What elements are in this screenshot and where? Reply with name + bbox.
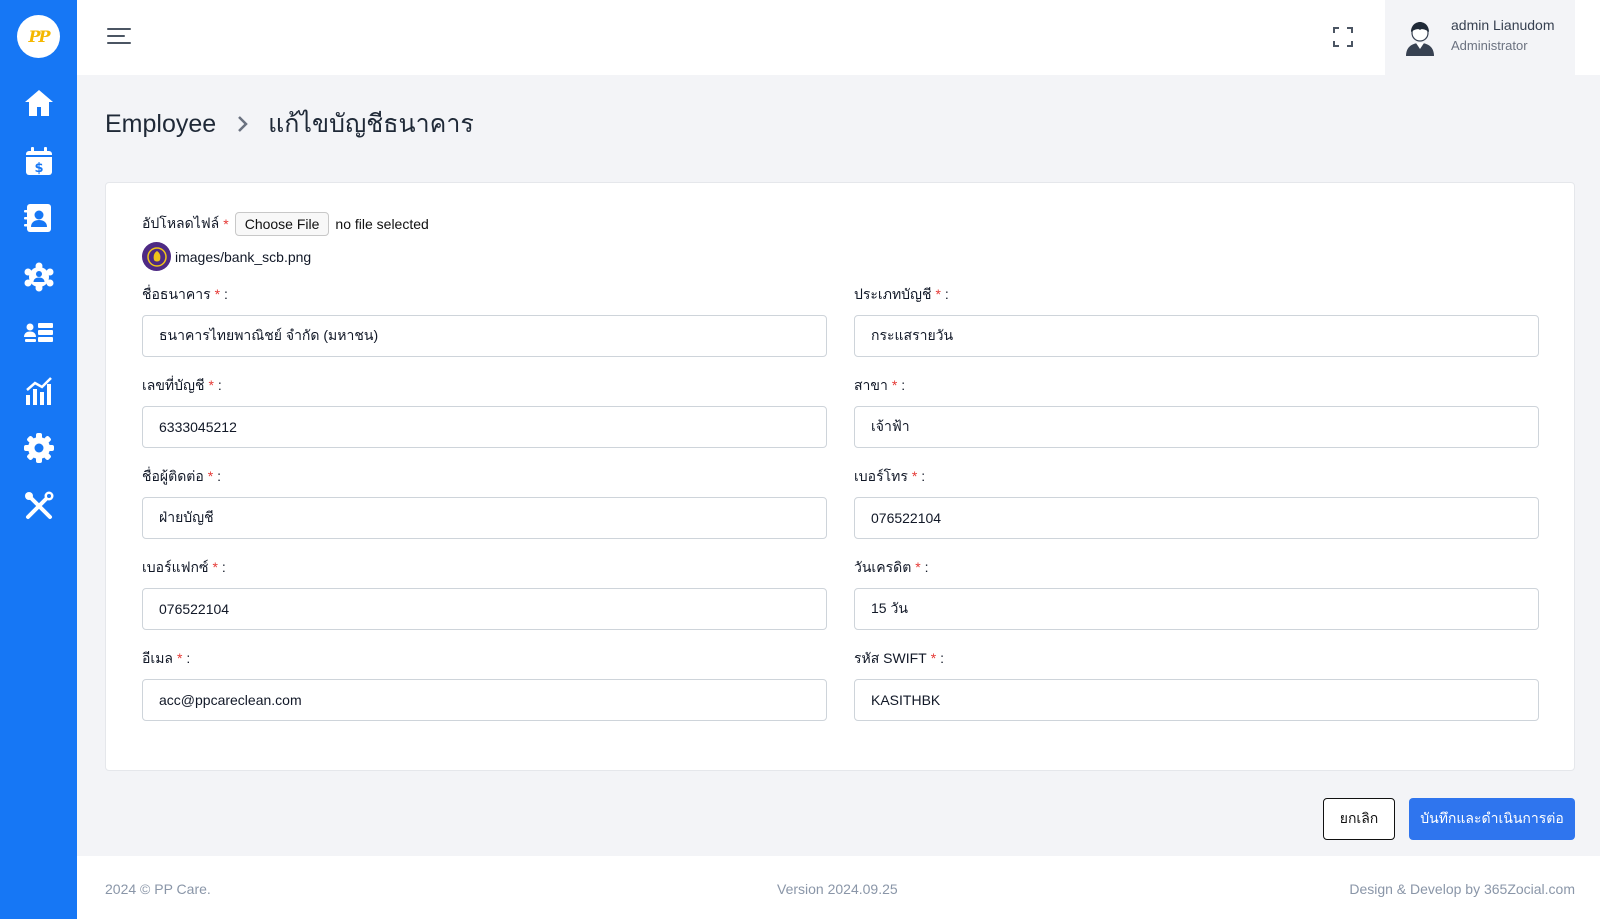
home-icon (24, 89, 53, 116)
branch-label: สาขา * : (854, 377, 906, 393)
fax-input[interactable] (142, 588, 827, 630)
footer: 2024 © PP Care. Version 2024.09.25 Desig… (77, 856, 1600, 919)
fullscreen-icon[interactable] (1331, 25, 1355, 49)
no-file-text: no file selected (335, 216, 429, 232)
avatar (1406, 22, 1434, 56)
credit-days-input[interactable] (854, 588, 1539, 630)
svg-text:$: $ (34, 161, 43, 176)
upload-label: อัปโหลดไฟล์ (142, 215, 220, 231)
page-title: แก้ไขบัญชีธนาคาร (268, 110, 474, 138)
bank-name-input[interactable] (142, 315, 827, 357)
app-logo[interactable]: PP (17, 15, 60, 58)
upload-row: อัปโหลดไฟล์ * Choose File no file select… (142, 212, 429, 236)
bank-name-label: ชื่อธนาคาร * : (142, 286, 228, 302)
address-book-icon (23, 203, 51, 232)
calendar-dollar-icon: $ (25, 146, 52, 176)
user-name: admin Lianudom (1451, 17, 1555, 33)
footer-credit: Design & Develop by 365Zocial.com (1349, 881, 1575, 897)
branch-input[interactable] (854, 406, 1539, 448)
footer-version: Version 2024.09.25 (777, 881, 898, 897)
breadcrumb: Employee แก้ไขบัญชีธนาคาร (105, 104, 474, 144)
sidebar-item-list[interactable] (19, 313, 58, 352)
gear-icon (23, 432, 54, 463)
logo-text: PP (28, 27, 50, 46)
sidebar-item-teams[interactable] (19, 256, 58, 295)
user-menu[interactable]: admin Lianudom Administrator (1385, 0, 1575, 75)
choose-file-button[interactable]: Choose File (234, 212, 330, 236)
swift-label: รหัส SWIFT * : (854, 650, 944, 666)
menu-toggle-icon[interactable] (107, 25, 133, 47)
sidebar-item-home[interactable] (19, 83, 58, 122)
users-gear-icon (24, 262, 53, 291)
user-role: Administrator (1451, 38, 1528, 53)
credit-days-label: วันเครดิต * : (854, 559, 929, 575)
phone-label: เบอร์โทร * : (854, 468, 926, 484)
sidebar-item-reports[interactable] (19, 371, 58, 410)
contact-name-input[interactable] (142, 497, 827, 539)
tools-icon (24, 491, 53, 519)
account-type-input[interactable] (854, 315, 1539, 357)
save-continue-button[interactable]: บันทึกและดำเนินการต่อ (1409, 798, 1575, 840)
fax-label: เบอร์แฟกซ์ * : (142, 559, 226, 575)
swift-input[interactable] (854, 679, 1539, 721)
user-list-icon (23, 322, 53, 342)
sidebar-item-contacts[interactable] (19, 198, 58, 237)
top-bar: admin Lianudom Administrator (77, 0, 1600, 75)
breadcrumb-parent[interactable]: Employee (105, 110, 216, 139)
current-file-preview: images/bank_scb.png (142, 242, 311, 271)
footer-copyright: 2024 © PP Care. (105, 881, 211, 897)
sidebar: PP $ (0, 0, 77, 919)
sidebar-item-tools[interactable] (19, 486, 58, 525)
account-type-label: ประเภทบัญชี * : (854, 286, 949, 302)
bank-logo (142, 242, 171, 271)
current-file-name: images/bank_scb.png (175, 248, 312, 265)
sidebar-item-settings[interactable] (19, 428, 58, 467)
email-field[interactable] (142, 679, 827, 721)
bank-account-form: อัปโหลดไฟล์ * Choose File no file select… (105, 182, 1575, 771)
bank-scb-icon (146, 246, 167, 267)
cancel-button[interactable]: ยกเลิก (1323, 798, 1395, 840)
account-no-label: เลขที่บัญชี * : (142, 377, 222, 393)
phone-input[interactable] (854, 497, 1539, 539)
sidebar-item-payroll-calendar[interactable]: $ (19, 141, 58, 180)
required-mark: * (223, 216, 229, 232)
account-no-input[interactable] (142, 406, 827, 448)
contact-name-label: ชื่อผู้ติดต่อ * : (142, 468, 222, 484)
email-label: อีเมล * : (142, 650, 191, 666)
chart-bars-icon (25, 376, 52, 405)
chevron-right-icon (238, 116, 248, 132)
